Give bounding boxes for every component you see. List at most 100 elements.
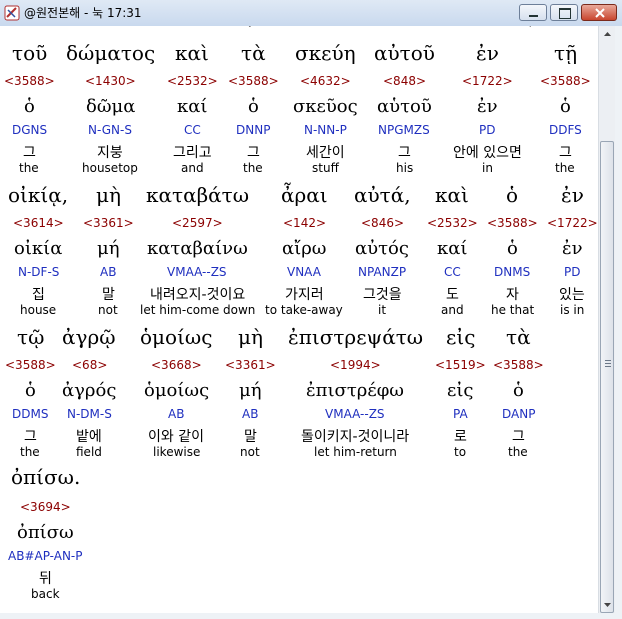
scroll-down-button[interactable] — [599, 596, 616, 613]
lemma-word: ἐπιστρέφω — [306, 380, 404, 401]
lemma-word: ἐν — [562, 238, 583, 259]
close-button[interactable] — [581, 4, 617, 21]
korean-gloss: 말 — [244, 429, 257, 445]
strong-number: <3668> — [151, 358, 202, 372]
english-gloss: house — [20, 303, 57, 317]
lemma-word: δῶμα — [86, 96, 136, 117]
korean-gloss: 말 — [102, 287, 115, 303]
parsing-code: AB — [242, 407, 259, 421]
strong-number: <1430> — [85, 74, 136, 88]
lemma-word: οἰκία — [14, 238, 63, 259]
strong-number: <2532> — [167, 74, 218, 88]
parsing-code: NPGMZS — [378, 123, 430, 137]
maximize-button[interactable] — [550, 4, 578, 21]
korean-gloss: 그것을 — [363, 287, 402, 303]
greek-word: ἐν — [476, 41, 499, 65]
greek-word: δώματος — [66, 41, 156, 65]
lemma-word: ὁ — [560, 96, 571, 117]
korean-gloss: 그 — [512, 429, 525, 445]
korean-gloss: 그 — [247, 145, 260, 161]
parsing-code: DNNP — [236, 123, 271, 137]
strong-number: <3694> — [20, 500, 71, 514]
app-icon — [4, 5, 20, 21]
greek-word: ἀγρῷ — [62, 325, 116, 349]
cutoff-gloss-word: upon — [521, 26, 551, 27]
english-gloss: he that — [491, 303, 535, 317]
korean-gloss: 내려오지-것이요 — [150, 287, 246, 303]
english-gloss: to take-away — [265, 303, 343, 317]
strong-number: <3361> — [225, 358, 276, 372]
interlinear-content: in that the day he which shall be upon τοῦ δώματ… — [0, 26, 598, 619]
strong-number: <3588> — [540, 74, 591, 88]
parsing-code: NPANZP — [358, 265, 407, 279]
vertical-scrollbar[interactable] — [598, 26, 616, 613]
parsing-code: CC — [184, 123, 201, 137]
cutoff-gloss-word: day — [233, 26, 255, 27]
strong-number: <3588> — [493, 358, 544, 372]
english-gloss: the — [243, 161, 263, 175]
korean-gloss: 가지러 — [285, 287, 324, 303]
strong-number: <3588> — [4, 74, 55, 88]
parsing-code: DDFS — [549, 123, 582, 137]
greek-word: εἰς — [446, 325, 476, 349]
parsing-code: DDMS — [12, 407, 49, 421]
strong-number: <3614> — [13, 216, 64, 230]
english-gloss: not — [240, 445, 260, 459]
greek-word: καὶ — [175, 41, 209, 65]
korean-gloss: 그 — [559, 145, 572, 161]
scroll-thumb[interactable] — [600, 141, 614, 613]
korean-gloss: 도 — [446, 287, 459, 303]
english-gloss: to — [454, 445, 467, 459]
parsing-code: PD — [564, 265, 581, 279]
parsing-code: AB — [168, 407, 185, 421]
greek-word: αὐτοῦ — [374, 41, 435, 65]
strong-number: <2532> — [427, 216, 478, 230]
parsing-code: CC — [444, 265, 461, 279]
english-gloss: is in — [560, 303, 585, 317]
korean-gloss: 집 — [32, 287, 45, 303]
parsing-code: N-DM-S — [67, 407, 112, 421]
korean-gloss: 그 — [23, 145, 36, 161]
minimize-button[interactable] — [519, 4, 547, 21]
cutoff-gloss-word: he which — [329, 26, 383, 27]
title-bar: @원전본해 - 눅 17:31 — [0, 0, 622, 27]
lemma-word: μή — [239, 380, 262, 401]
lemma-word: ὀπίσω — [17, 522, 74, 543]
parsing-code: VNAA — [287, 265, 321, 279]
window-title: @원전본해 - 눅 17:31 — [24, 6, 142, 20]
greek-word: ἆραι — [281, 183, 328, 207]
english-gloss: stuff — [312, 161, 339, 175]
parsing-code: N-GN-S — [88, 123, 132, 137]
parsing-code: DANP — [502, 407, 536, 421]
english-gloss: not — [98, 303, 118, 317]
greek-word: οἰκίᾳ, — [8, 183, 69, 207]
greek-word: καὶ — [435, 183, 469, 207]
parsing-code: AB — [100, 265, 117, 279]
lemma-word: αἴρω — [282, 238, 327, 259]
greek-word: τοῦ — [12, 41, 48, 65]
greek-word: αὐτά, — [354, 183, 411, 207]
strong-number: <1722> — [547, 216, 598, 230]
english-gloss: let him-come down — [140, 303, 256, 317]
close-icon — [595, 8, 605, 18]
korean-gloss: 로 — [454, 429, 467, 445]
strong-number: <1519> — [435, 358, 486, 372]
korean-gloss: 밭에 — [76, 429, 102, 445]
window-border-bottom — [0, 613, 615, 619]
scroll-up-button[interactable] — [599, 26, 616, 43]
lemma-word: ἐν — [477, 96, 498, 117]
strong-number: <846> — [361, 216, 405, 230]
greek-word: τῇ — [554, 41, 578, 65]
korean-gloss: 그리고 — [173, 145, 212, 161]
lemma-word: ἀγρός — [62, 380, 117, 401]
lemma-word: εἰς — [447, 380, 474, 401]
english-gloss: the — [508, 445, 528, 459]
greek-word: ἐν — [561, 183, 584, 207]
lemma-word: ὁμοίως — [144, 380, 210, 401]
korean-gloss: 그 — [398, 145, 411, 161]
greek-word: μὴ — [238, 325, 263, 349]
english-gloss: back — [31, 587, 60, 601]
maximize-icon — [559, 8, 571, 19]
lemma-word: ὁ — [25, 380, 36, 401]
parsing-code: PA — [453, 407, 468, 421]
